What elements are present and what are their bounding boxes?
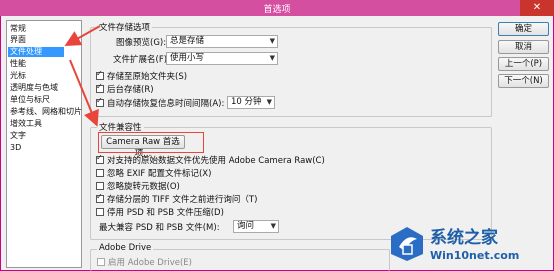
arrow-to-camera-raw	[69, 59, 99, 127]
arrow-to-file-handling	[64, 25, 101, 46]
watermark-logo-icon	[391, 227, 423, 261]
watermark-url: Win10net.com	[430, 249, 520, 262]
watermark-title: 系统之家	[430, 228, 498, 248]
site-watermark: 系统之家 Win10net.com	[385, 215, 554, 271]
